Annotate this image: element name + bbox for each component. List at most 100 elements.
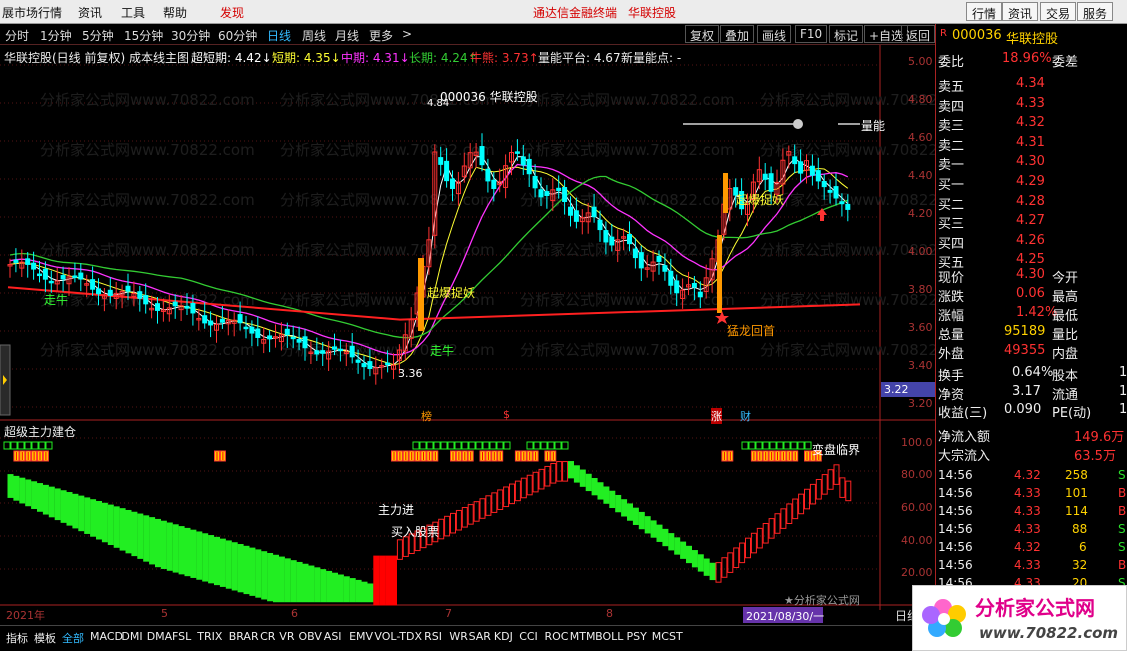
period-more[interactable]: 更多 — [369, 27, 393, 44]
indicator-tab[interactable]: CR — [260, 630, 275, 643]
stat2-label: 净资 — [938, 387, 965, 403]
period-1min[interactable]: 1分钟 — [40, 27, 72, 44]
draw-line-button[interactable]: 画线 — [757, 25, 792, 43]
event-dollar[interactable]: $ — [503, 408, 510, 421]
indicator-tab[interactable]: RSI — [424, 630, 442, 643]
indicator-tab[interactable]: BOLL — [595, 630, 623, 643]
period-30min[interactable]: 30分钟 — [171, 27, 210, 44]
bull-bear-line: 牛熊: 3.73↑ — [470, 51, 539, 65]
watermark-text: 分析家公式网www.70822.com — [40, 191, 255, 209]
indicator-tab[interactable]: VOL-TDX — [374, 630, 422, 643]
indicator-tab[interactable]: MCST — [652, 630, 683, 643]
ask-row[interactable]: 卖二 4.31 — [938, 135, 1126, 154]
period-tick[interactable]: 分时 — [5, 27, 29, 44]
f10-button[interactable]: F10 — [795, 25, 828, 43]
indicator-tab[interactable]: DMI — [121, 630, 142, 643]
chevron-right-icon[interactable]: > — [402, 27, 412, 41]
main-force-bar — [90, 499, 97, 537]
candle-body — [762, 173, 768, 180]
main-force-bar — [249, 547, 256, 596]
indicator-tab-bar: 指标 模板 全部 MACD DMI DMA FSL TRIX BRAR CR VR OBV ASI EMV… — [0, 625, 935, 651]
trade-button[interactable]: 交易 — [1040, 2, 1077, 21]
kline-chart-area[interactable]: 分析家公式网www.70822.com 分析家公式网www.70822.com 分析… — [0, 45, 935, 625]
bid-row[interactable]: 买一 4.29 — [938, 174, 1126, 193]
service-button[interactable]: 服务 — [1077, 2, 1114, 21]
indicator-tab[interactable]: OBV — [299, 630, 322, 643]
tick-volume: 32 — [1072, 558, 1088, 572]
indicator-tab[interactable]: TRIX — [197, 630, 222, 643]
period-daily[interactable]: 日线 — [267, 27, 291, 44]
bid-row[interactable]: 买四 4.26 — [938, 233, 1126, 252]
indicator-tab[interactable]: EMV — [349, 630, 373, 643]
candle-body — [172, 301, 178, 307]
indicator-tab[interactable]: MTM — [570, 630, 596, 643]
sub-axis-40: 40.00 — [901, 534, 933, 547]
period-weekly[interactable]: 周线 — [302, 27, 326, 44]
watermark-text: 分析家公式网www.70822.com — [520, 91, 735, 109]
overlay-button[interactable]: 叠加 — [720, 25, 755, 43]
ask-row[interactable]: 卖四 4.33 — [938, 96, 1126, 115]
indicator-prefix: 华联控股(日线 前复权) 成本线主图 — [4, 51, 189, 65]
indicator-tab[interactable]: 指标 — [6, 630, 28, 646]
bid-row[interactable]: 买二 4.28 — [938, 194, 1126, 213]
period-toolbar: 分时 1分钟 5分钟 15分钟 30分钟 60分钟 日线 周线 月线 更多 > … — [0, 24, 936, 45]
menu-help[interactable]: 帮助 — [163, 4, 187, 21]
price-axis-5-00: 5.00 — [908, 55, 933, 68]
menu-market[interactable]: 展市场行情 — [2, 4, 62, 21]
menu-tools[interactable]: 工具 — [121, 4, 145, 21]
level-price: 4.27 — [1016, 213, 1045, 228]
period-monthly[interactable]: 月线 — [335, 27, 359, 44]
menu-discover[interactable]: 发现 — [220, 4, 244, 21]
menu-news[interactable]: 资讯 — [78, 4, 102, 21]
bull-signal-2: 走牛 — [430, 344, 455, 358]
indicator-tab[interactable]: VR — [279, 630, 294, 643]
main-force-bar — [302, 563, 309, 603]
tick-side: S — [1118, 540, 1126, 554]
main-force-bar — [597, 482, 604, 500]
period-60min[interactable]: 60分钟 — [218, 27, 257, 44]
event-bang[interactable]: 榜 — [421, 408, 432, 424]
ask-row[interactable]: 卖五 4.34 — [938, 76, 1126, 95]
candle-body — [184, 305, 190, 309]
adjust-button[interactable]: 复权 — [685, 25, 720, 43]
candle-body — [662, 265, 668, 272]
main-force-bar — [25, 479, 32, 507]
indicator-tab[interactable]: WR — [449, 630, 468, 643]
candle-body — [568, 206, 573, 216]
indicator-tab[interactable]: 全部 — [62, 630, 84, 646]
bid-row[interactable]: 买三 4.27 — [938, 213, 1126, 232]
mark-button[interactable]: 标记 — [829, 25, 864, 43]
indicator-tab[interactable]: ROC — [545, 630, 569, 643]
indicator-tab[interactable]: PSY — [627, 630, 647, 643]
kline-svg[interactable]: 分析家公式网www.70822.com 分析家公式网www.70822.com 分析… — [0, 45, 935, 625]
indicator-tab[interactable]: BRAR — [229, 630, 259, 643]
event-rise[interactable]: 涨 — [711, 408, 722, 424]
main-force-bar — [196, 531, 203, 580]
quote-button[interactable]: 行情 — [966, 2, 1003, 21]
indicator-tab[interactable]: ASI — [324, 630, 342, 643]
indicator-tab[interactable]: KDJ — [494, 630, 513, 643]
indicator-tab[interactable]: DMA — [147, 630, 173, 643]
ask-row[interactable]: 卖一 4.30 — [938, 154, 1126, 173]
indicator-tab[interactable]: 模板 — [34, 630, 56, 646]
indicator-tab[interactable]: CCI — [519, 630, 538, 643]
back-button[interactable]: 返回 — [901, 25, 936, 43]
sub-axis-20: 20.00 — [901, 566, 933, 579]
period-15min[interactable]: 15分钟 — [124, 27, 163, 44]
news-button[interactable]: 资讯 — [1002, 2, 1039, 21]
period-5min[interactable]: 5分钟 — [82, 27, 114, 44]
candle-body — [444, 160, 450, 182]
tick-row: 14:56 4.33 101 B — [938, 486, 1126, 504]
stat-label-2: 量比 — [1052, 328, 1079, 343]
indicator-tab[interactable]: MACD — [90, 630, 123, 643]
tick-time: 14:56 — [938, 468, 973, 482]
price-axis-3-80: 3.80 — [908, 283, 933, 296]
main-force-bar — [632, 507, 639, 525]
stat2-value-2: 1 — [1119, 383, 1127, 399]
stat2-label: 换手 — [938, 369, 965, 384]
indicator-tab[interactable]: FSL — [172, 630, 191, 643]
candle-body — [691, 282, 697, 288]
indicator-tab[interactable]: SAR — [469, 630, 491, 643]
ask-row[interactable]: 卖三 4.32 — [938, 115, 1126, 134]
event-finance[interactable]: 财 — [740, 408, 751, 424]
